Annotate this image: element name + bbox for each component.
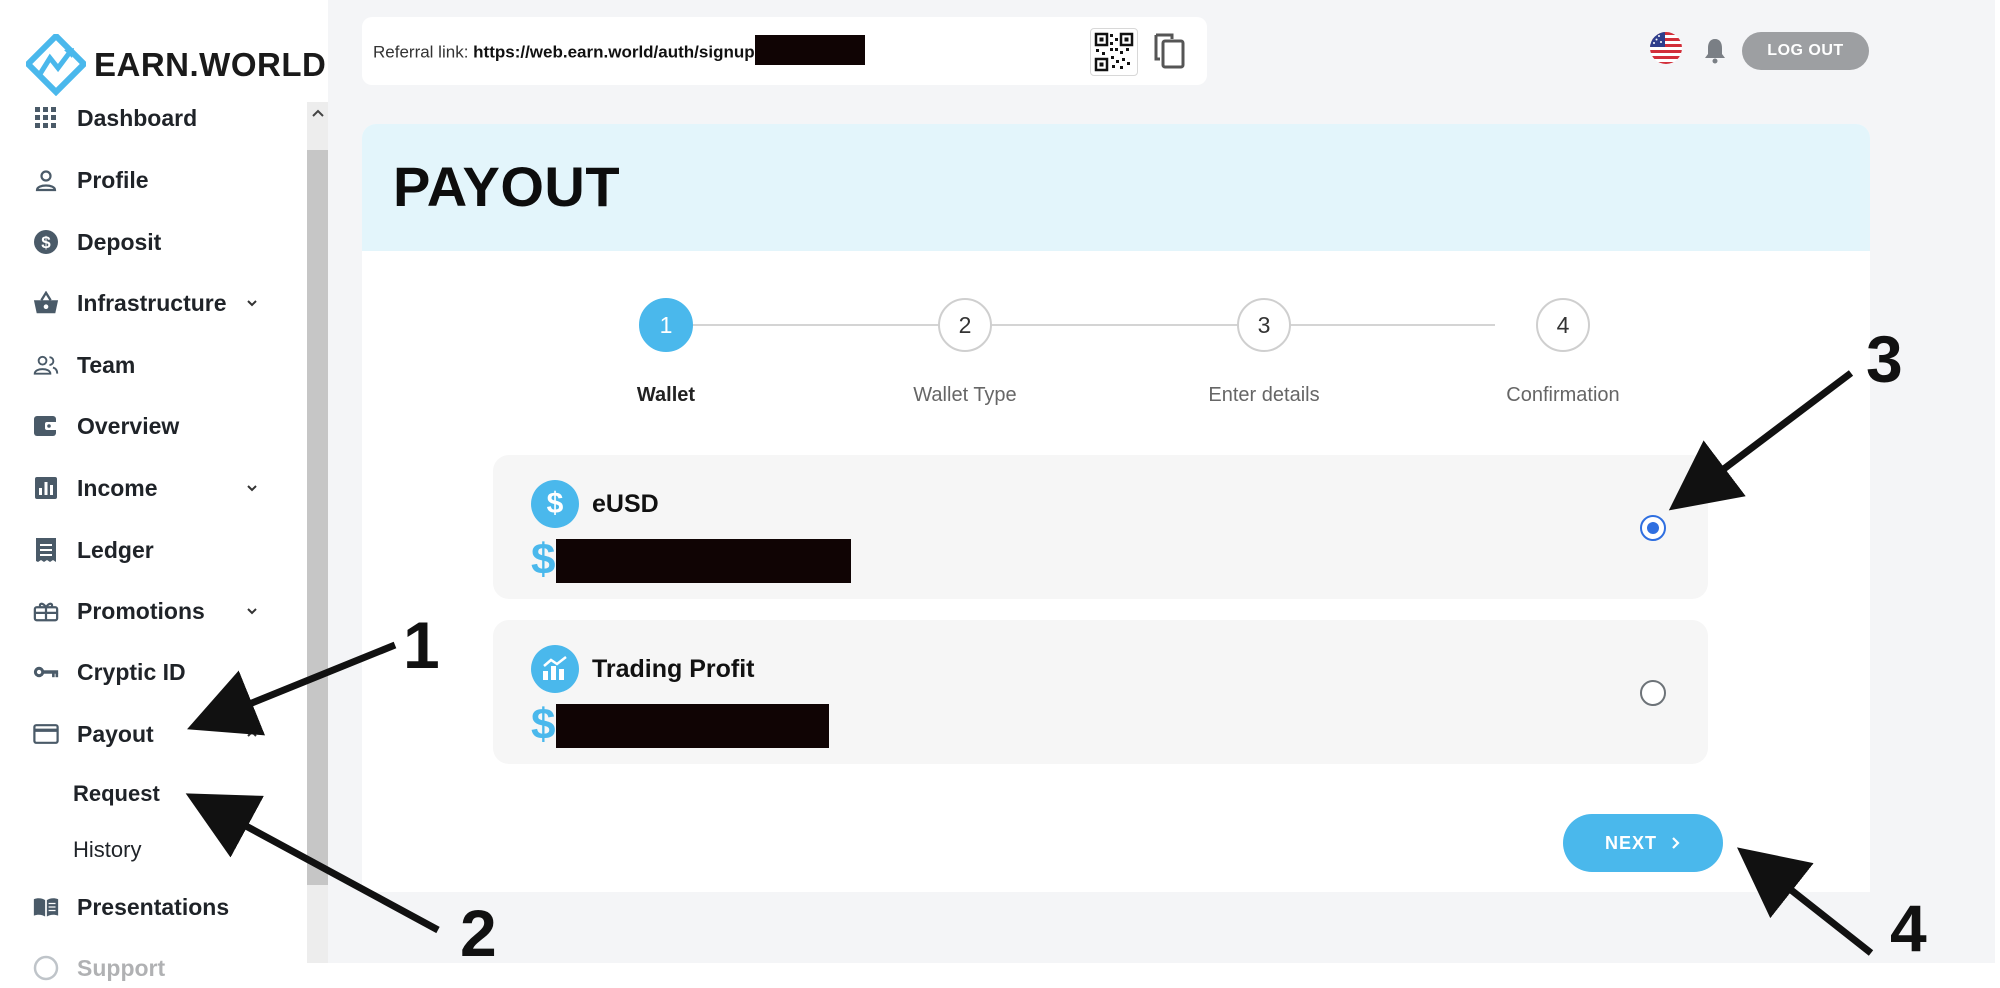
annotation-number-1: 1 <box>403 608 440 682</box>
annotation-arrow-2 <box>185 793 440 934</box>
annotation-arrows <box>185 370 1874 956</box>
annotation-number-2: 2 <box>460 896 497 970</box>
annotation-number-4: 4 <box>1890 891 1927 965</box>
annotation-arrow-3 <box>1668 370 1854 511</box>
annotation-arrow-1 <box>187 641 397 736</box>
annotation-number-3: 3 <box>1866 322 1903 396</box>
annotation-arrow-4 <box>1737 847 1874 956</box>
